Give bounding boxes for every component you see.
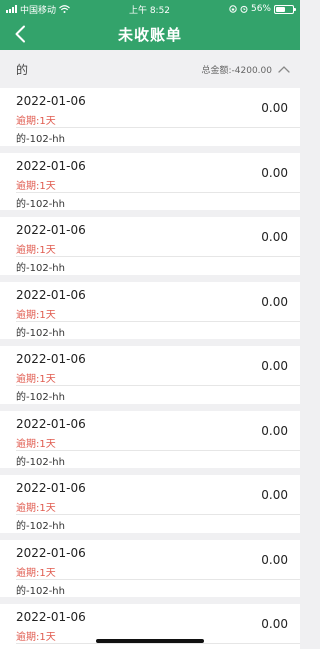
overdue-value: 1天 <box>39 116 56 127</box>
bill-card[interactable]: 2022-01-06 0.00 逾期:1天 的-102-hh <box>0 410 300 475</box>
battery-percent: 56% <box>250 4 271 14</box>
card-divider <box>16 514 300 515</box>
alarm-icon <box>240 5 248 13</box>
card-divider <box>16 191 300 193</box>
overdue-value: 1天 <box>39 632 56 643</box>
bill-card[interactable]: 2022-01-06 0.00 逾期:1天 的-102-hh <box>0 539 300 604</box>
card-divider <box>16 127 300 128</box>
overdue-label: 逾期: <box>16 309 40 321</box>
bill-container: 2022-01-06 0.00 逾期:1天 的-102-hh 2022-01-0… <box>0 88 300 649</box>
summary-group-header[interactable]: 的 总金额:-4200.00 <box>0 50 300 88</box>
bill-date: 2022-01-06 <box>16 94 86 108</box>
bill-card[interactable]: 2022-01-06 0.00 逾期:1天 的-102-hh <box>0 152 300 217</box>
overdue-label: 逾期: <box>16 567 40 579</box>
bill-overdue: 逾期:1天 <box>16 306 56 321</box>
bill-customer: 的-102-hh <box>16 134 65 145</box>
page-title: 未收账单 <box>117 25 182 44</box>
bill-customer: 的-102-hh <box>16 327 65 339</box>
bill-amount: 0.00 <box>261 359 288 373</box>
bill-card[interactable]: 2022-01-06 0.00 逾期:1天 的-102-hh <box>0 217 300 282</box>
bill-card[interactable]: 2022-01-06 0.00 逾期:1天 的-102-hh <box>0 346 300 411</box>
bill-amount: 0.00 <box>261 230 288 244</box>
status-bar-right: 56% <box>229 4 296 14</box>
overdue-label: 逾期: <box>16 245 40 256</box>
overdue-value: 1天 <box>39 567 56 579</box>
overdue-value: 1天 <box>39 374 56 385</box>
chevron-left-icon <box>15 25 25 43</box>
bill-amount: 0.00 <box>261 294 288 309</box>
card-divider <box>16 320 300 322</box>
battery-level-fill <box>275 6 285 12</box>
overdue-label: 逾期: <box>16 374 40 385</box>
bill-overdue: 逾期:1天 <box>16 370 56 385</box>
chevron-up-icon[interactable] <box>278 65 290 73</box>
back-button[interactable] <box>8 22 32 46</box>
bill-amount: 0.00 <box>261 552 288 567</box>
bill-date: 2022-01-06 <box>16 416 86 431</box>
bill-customer: 的-102-hh <box>16 392 65 403</box>
card-divider <box>16 256 300 257</box>
bill-card[interactable]: 2022-01-06 0.00 逾期:1天 的-102-hh <box>0 475 300 540</box>
bill-amount: 0.00 <box>261 165 288 180</box>
bill-amount: 0.00 <box>261 488 288 502</box>
card-divider <box>16 643 300 644</box>
cellular-signal-icon <box>6 5 17 13</box>
bill-amount: 0.00 <box>261 423 288 438</box>
bill-overdue: 逾期:1天 <box>16 435 56 450</box>
overdue-value: 1天 <box>39 180 56 192</box>
bill-amount: 0.00 <box>261 617 288 631</box>
bill-overdue: 逾期:1天 <box>16 564 56 579</box>
wifi-icon <box>59 5 70 13</box>
group-name: 的 <box>16 62 29 77</box>
bill-customer: 的-102-hh <box>16 456 65 468</box>
bill-customer: 的-102-hh <box>16 263 65 274</box>
bill-card[interactable]: 2022-01-06 0.00 逾期:1天 的-102-hh <box>0 88 300 153</box>
overdue-value: 1天 <box>39 438 56 450</box>
bill-date: 2022-01-06 <box>16 545 86 560</box>
overdue-label: 逾期: <box>16 116 40 127</box>
status-bar-left: 中国移动 <box>6 3 70 16</box>
bill-overdue: 逾期:1天 <box>16 499 56 514</box>
overdue-value: 1天 <box>39 245 56 256</box>
status-bar: 中国移动 上午 8:52 56% <box>0 0 300 18</box>
orientation-lock-icon <box>229 5 237 13</box>
bill-customer: 的-102-hh <box>16 198 65 210</box>
overdue-label: 逾期: <box>16 503 40 514</box>
bill-date: 2022-01-06 <box>16 223 86 237</box>
home-indicator[interactable] <box>96 639 204 643</box>
bill-date: 2022-01-06 <box>16 287 86 302</box>
bill-date: 2022-01-06 <box>16 481 86 495</box>
summary-total-container: 总金额:-4200.00 <box>201 63 290 76</box>
overdue-value: 1天 <box>39 503 56 514</box>
card-divider <box>16 578 300 580</box>
card-divider <box>16 449 300 451</box>
battery-icon <box>273 4 296 14</box>
bill-customer: 的-102-hh <box>16 585 65 597</box>
overdue-label: 逾期: <box>16 180 40 192</box>
carrier-label: 中国移动 <box>20 5 57 16</box>
clock-time: 上午 8:52 <box>128 5 171 16</box>
total-amount-value: -4200.00 <box>231 65 272 76</box>
bill-overdue: 逾期:1天 <box>16 112 56 127</box>
bill-overdue: 逾期:1天 <box>16 628 56 643</box>
overdue-label: 逾期: <box>16 438 40 450</box>
bill-amount: 0.00 <box>261 101 288 115</box>
bill-date: 2022-01-06 <box>16 352 86 366</box>
overdue-label: 逾期: <box>16 632 40 643</box>
card-divider <box>16 385 300 386</box>
bill-list: 2022-01-06 0.00 逾期:1天 的-102-hh 2022-01-0… <box>0 88 300 649</box>
bill-overdue: 逾期:1天 <box>16 177 56 192</box>
total-amount-label: 总金额: <box>201 65 232 76</box>
bill-card[interactable]: 2022-01-06 0.00 逾期:1天 的-102-hh <box>0 281 300 346</box>
bill-date: 2022-01-06 <box>16 610 86 624</box>
total-amount: 总金额:-4200.00 <box>201 63 272 76</box>
bill-overdue: 逾期:1天 <box>16 241 56 256</box>
bill-date: 2022-01-06 <box>16 158 86 173</box>
bill-customer: 的-102-hh <box>16 521 65 532</box>
overdue-value: 1天 <box>39 309 56 321</box>
navigation-bar: 未收账单 <box>0 18 300 50</box>
